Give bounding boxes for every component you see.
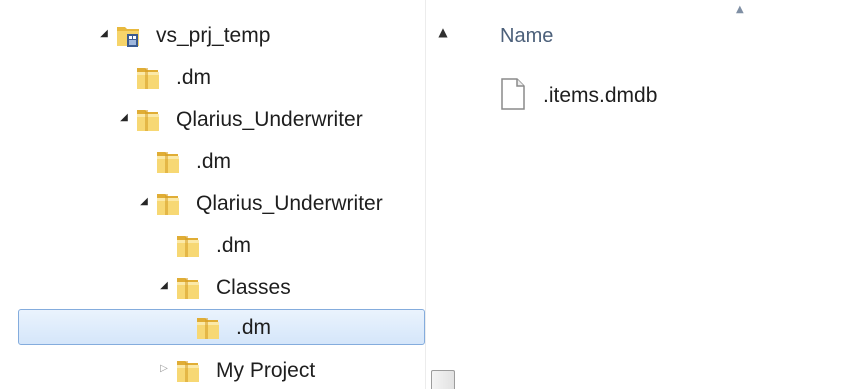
tree-item-label: Classes <box>216 276 291 299</box>
expand-arrow-icon[interactable]: ◢ <box>137 195 151 209</box>
tree-item-qlarius-underwriter[interactable]: ◢ Qlarius_Underwriter <box>0 183 425 223</box>
folder-icon <box>177 236 199 257</box>
folder-icon <box>137 68 159 89</box>
tree-item-dm[interactable]: .dm <box>0 57 425 97</box>
scrollbar-thumb[interactable] <box>431 370 455 389</box>
tree-scrollbar[interactable]: ▲ <box>425 0 459 389</box>
folder-icon <box>197 318 219 339</box>
tree-item-label: vs_prj_temp <box>156 24 271 47</box>
expand-arrow-icon[interactable]: ◢ <box>117 111 131 125</box>
tree-item-label: My Project <box>216 359 316 382</box>
scroll-up-arrow-icon[interactable]: ▲ <box>436 25 450 39</box>
tree-item-qlarius-underwriter[interactable]: ◢ Qlarius_Underwriter <box>0 99 425 139</box>
tree-item-dm-selected[interactable]: .dm <box>0 307 425 347</box>
tree-item-label: Qlarius_Underwriter <box>196 192 383 215</box>
folder-icon <box>157 152 179 173</box>
folder-icon <box>177 361 199 382</box>
tree-item-dm[interactable]: .dm <box>0 225 425 265</box>
tree-item-my-project[interactable]: ▷ My Project <box>0 350 425 390</box>
folder-icon <box>177 278 199 299</box>
folder-icon <box>157 194 179 215</box>
file-list-item[interactable]: .items.dmdb <box>500 78 800 114</box>
file-icon <box>501 78 525 110</box>
tree-item-vs-prj-temp[interactable]: ◢ vs_prj_temp <box>0 15 425 55</box>
sort-ascending-icon: ▲ <box>736 4 744 15</box>
tree-item-label: .dm <box>196 150 232 173</box>
tree-item-classes[interactable]: ◢ Classes <box>0 267 425 307</box>
expand-arrow-icon[interactable]: ◢ <box>97 27 111 41</box>
file-explorer-window: ◢ vs_prj_temp .dm ◢ Qlarius_Underwriter … <box>0 0 843 389</box>
navigation-tree-pane: ◢ vs_prj_temp .dm ◢ Qlarius_Underwriter … <box>0 0 425 389</box>
collapse-arrow-icon[interactable]: ▷ <box>157 362 171 376</box>
expand-arrow-icon[interactable]: ◢ <box>157 279 171 293</box>
tree-item-dm[interactable]: .dm <box>0 141 425 181</box>
tree-item-label: .dm <box>216 234 252 257</box>
file-name: .items.dmdb <box>543 84 658 107</box>
column-header-name[interactable]: Name <box>500 25 553 48</box>
project-folder-icon <box>117 27 139 47</box>
folder-icon <box>137 110 159 131</box>
tree-item-label: Qlarius_Underwriter <box>176 108 363 131</box>
tree-item-label: .dm <box>236 316 272 339</box>
tree-item-label: .dm <box>176 66 212 89</box>
file-list-pane: ▲ Name .items.dmdb <box>459 0 843 389</box>
selection-highlight <box>18 309 425 345</box>
